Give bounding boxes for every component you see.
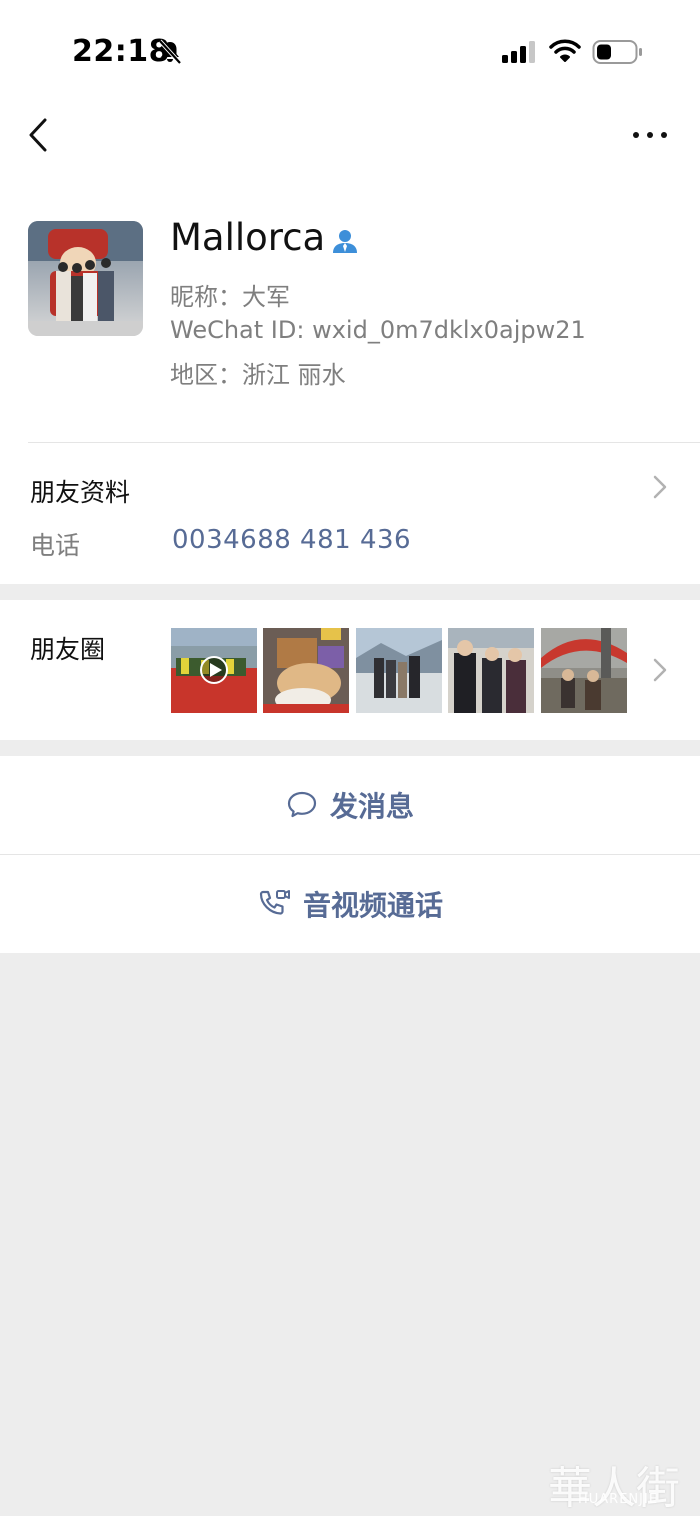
send-message-label: 发消息 (329, 790, 414, 823)
signal-icon (502, 41, 535, 63)
chevron-right-icon[interactable] (652, 474, 668, 500)
moments-thumbnail[interactable] (541, 628, 627, 713)
chat-bubble-icon (287, 791, 317, 818)
friend-info-label[interactable]: 朋友资料 (30, 473, 130, 509)
phone-label: 电话 (30, 531, 81, 560)
back-icon[interactable] (26, 116, 54, 154)
profile-region: 地区：浙江 丽水 (170, 361, 346, 389)
voice-video-call-button[interactable]: 音视频通话 (0, 855, 700, 953)
voice-video-call-label: 音视频通话 (302, 889, 443, 922)
phone-number-link[interactable]: 0034688 481 436 (172, 525, 411, 555)
moments-thumbnail[interactable] (263, 628, 349, 713)
phone-video-icon (259, 890, 290, 915)
moments-thumbnail[interactable] (356, 628, 442, 713)
mute-bell-icon (158, 39, 182, 65)
battery-icon (592, 40, 642, 64)
profile-name: Mallorca (170, 216, 326, 259)
more-icon[interactable] (630, 126, 670, 144)
send-message-button[interactable]: 发消息 (0, 756, 700, 854)
chevron-right-icon[interactable] (652, 657, 668, 683)
wifi-icon (549, 39, 581, 62)
status-bar: 22:18 (0, 0, 700, 100)
profile-wechat-id: WeChat ID: wxid_0m7dklx0ajpw21 (170, 316, 586, 344)
moments-label[interactable]: 朋友圈 (30, 630, 105, 666)
watermark-text: HUARENJIE (578, 1492, 659, 1507)
avatar[interactable] (28, 221, 143, 336)
moments-thumbnail[interactable] (448, 628, 534, 713)
divider (28, 442, 700, 443)
profile-nickname: 昵称：大军 (170, 283, 290, 311)
moments-thumbnail[interactable] (171, 628, 257, 713)
verified-person-icon (333, 230, 357, 253)
